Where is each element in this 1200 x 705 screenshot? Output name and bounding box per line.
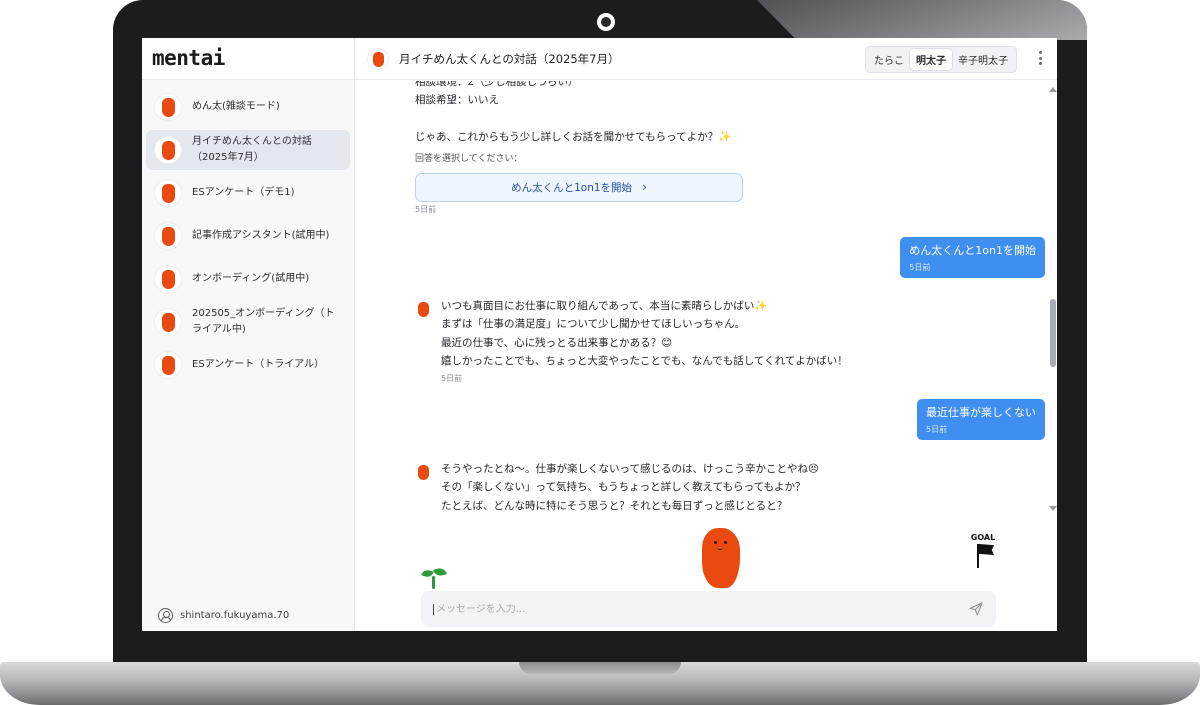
- scroll-thumb[interactable]: [1050, 299, 1056, 367]
- conversation-label: 202505_オンボーディング（トライアル中): [192, 308, 335, 335]
- level-option[interactable]: 辛子明太子: [952, 49, 1014, 70]
- chat-panel: 月イチめん太くんとの対話（2025年7月） たらこ 明太子 辛子明太子 相談環境…: [355, 38, 1057, 631]
- scroll-down-arrow-icon[interactable]: [1049, 506, 1057, 511]
- username: shintaro.fukuyama.70: [180, 610, 290, 621]
- message-input[interactable]: [433, 603, 968, 615]
- conversation-item[interactable]: 記事作成アシスタント(試用中): [146, 216, 350, 256]
- app-screen: mentai めん太(雑談モード) 月イチめん太くんとの対話（2025年7月） …: [142, 38, 1057, 631]
- mentai-avatar-icon: [154, 93, 182, 121]
- mentai-mascot-icon: [701, 528, 740, 588]
- mentai-avatar-icon: [154, 222, 182, 250]
- mentai-avatar-icon: [154, 308, 182, 336]
- mentai-avatar-icon: [154, 351, 182, 379]
- scroll-up-arrow-icon[interactable]: [1049, 87, 1057, 92]
- conversation-progress: GOAL: [421, 526, 997, 592]
- goal-label: GOAL: [970, 533, 996, 542]
- conversation-item[interactable]: 202505_オンボーディング（トライアル中): [146, 302, 350, 342]
- message-text: 最近仕事が楽しくない: [926, 406, 1036, 419]
- laptop-notch: [519, 662, 681, 674]
- message-list: 相談環境：2（少し相談しづらい） 相談希望：いいえ じゃあ、これからもう少し詳し…: [355, 81, 1045, 524]
- conversation-item[interactable]: オンボーディング(試用中): [146, 259, 350, 299]
- chat-header: 月イチめん太くんとの対話（2025年7月） たらこ 明太子 辛子明太子: [355, 38, 1057, 80]
- chat-title: 月イチめん太くんとの対話（2025年7月）: [399, 51, 620, 66]
- user-account[interactable]: shintaro.fukuyama.70: [158, 608, 289, 623]
- choice-prompt: 回答を選択してください：: [415, 153, 523, 164]
- mentai-avatar-icon: [413, 462, 431, 480]
- mentai-avatar-icon: [413, 299, 431, 317]
- conversation-label: オンボーディング(試用中): [192, 273, 310, 284]
- conversation-list: めん太(雑談モード) 月イチめん太くんとの対話（2025年7月） ESアンケート…: [142, 80, 354, 385]
- message-time: 5日前: [415, 204, 437, 214]
- chevron-right-icon: ›: [642, 180, 647, 194]
- message-text: そうやったとね〜。仕事が楽しくないって感じるのは、けっこう辛かことやね😣 その「…: [441, 463, 819, 512]
- conversation-label: 記事作成アシスタント(試用中): [192, 230, 330, 241]
- more-menu-icon[interactable]: [1039, 51, 1043, 67]
- bot-message: いつも真面目にお仕事に取り組んであって、本当に素晴らしかばい✨ まずは「仕事の満…: [441, 297, 848, 384]
- flag-icon: [977, 544, 979, 568]
- user-circle-icon: [158, 608, 173, 623]
- conversation-label: めん太(雑談モード): [192, 101, 280, 112]
- message-time: 5日前: [441, 373, 463, 383]
- level-option[interactable]: たらこ: [868, 49, 910, 70]
- send-icon[interactable]: [968, 601, 984, 617]
- level-switch: たらこ 明太子 辛子明太子: [865, 46, 1017, 73]
- conversation-item[interactable]: めん太(雑談モード): [146, 87, 350, 127]
- bot-message: そうやったとね〜。仕事が楽しくないって感じるのは、けっこう辛かことやね😣 その「…: [441, 460, 819, 515]
- sprout-icon: [421, 566, 447, 589]
- conversation-label: ESアンケート（トライアル）: [192, 359, 325, 370]
- message-time: 5日前: [909, 262, 931, 272]
- conversation-item[interactable]: 月イチめん太くんとの対話（2025年7月）: [146, 130, 350, 170]
- message-text: めん太くんと1on1を開始: [909, 244, 1036, 257]
- conversation-label: ESアンケート（デモ1): [192, 187, 295, 198]
- choice-label: めん太くんと1on1を開始: [511, 181, 633, 194]
- chat-scrollbar[interactable]: [1049, 81, 1057, 511]
- user-message: 最近仕事が楽しくない 5日前: [917, 399, 1045, 440]
- conversation-label: 月イチめん太くんとの対話（2025年7月）: [192, 136, 312, 163]
- mentai-avatar-icon: [154, 179, 182, 207]
- bot-message: 相談環境：2（少し相談しづらい） 相談希望：いいえ じゃあ、これからもう少し詳し…: [415, 81, 743, 215]
- goal-marker: GOAL: [969, 533, 997, 568]
- message-text: いつも真面目にお仕事に取り組んであって、本当に素晴らしかばい✨ まずは「仕事の満…: [441, 300, 848, 368]
- lid-glare: [757, 0, 1087, 40]
- app-logo[interactable]: mentai: [142, 38, 354, 80]
- conversation-item[interactable]: ESアンケート（トライアル）: [146, 345, 350, 385]
- message-composer: [421, 591, 996, 627]
- camera-icon: [597, 13, 615, 31]
- mentai-avatar-icon: [154, 265, 182, 293]
- user-message: めん太くんと1on1を開始 5日前: [900, 237, 1045, 278]
- sidebar: mentai めん太(雑談モード) 月イチめん太くんとの対話（2025年7月） …: [142, 38, 355, 631]
- message-time: 5日前: [926, 424, 948, 434]
- start-1on1-button[interactable]: めん太くんと1on1を開始 ›: [415, 172, 743, 202]
- conversation-item[interactable]: ESアンケート（デモ1): [146, 173, 350, 213]
- mentai-avatar-icon: [367, 47, 389, 70]
- mentai-avatar-icon: [154, 136, 182, 164]
- level-option[interactable]: 明太子: [910, 49, 952, 70]
- message-text: 相談環境：2（少し相談しづらい） 相談希望：いいえ じゃあ、これからもう少し詳し…: [415, 81, 732, 144]
